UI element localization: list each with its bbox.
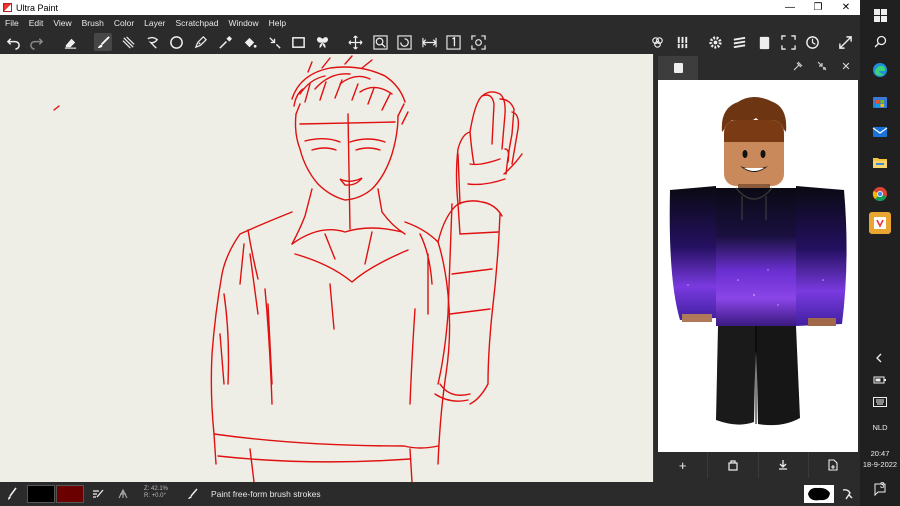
- brush-icon[interactable]: [94, 33, 112, 51]
- restore-button[interactable]: ❐: [804, 0, 832, 15]
- eyedropper-icon[interactable]: [216, 33, 234, 51]
- status-brush-icon: [187, 485, 199, 503]
- clock-time[interactable]: 20:47: [860, 449, 900, 458]
- secondary-color-swatch[interactable]: [56, 485, 84, 503]
- rotation-readout: R: +0.0°: [144, 493, 166, 499]
- fullscreen-icon[interactable]: [779, 33, 797, 51]
- export-reference-button[interactable]: [809, 452, 858, 478]
- mail-icon[interactable]: [869, 121, 891, 143]
- transform-icon[interactable]: [265, 33, 283, 51]
- zoom-icon[interactable]: [371, 33, 389, 51]
- settings-icon[interactable]: [706, 33, 724, 51]
- move-icon[interactable]: [346, 33, 364, 51]
- undo-icon[interactable]: [4, 33, 22, 51]
- drawing-canvas[interactable]: [0, 54, 653, 482]
- lasso-icon[interactable]: [143, 33, 161, 51]
- actual-size-icon[interactable]: [444, 33, 462, 51]
- rotate-icon[interactable]: [395, 33, 413, 51]
- flip-reference-icon[interactable]: [815, 60, 829, 74]
- minimize-button[interactable]: —: [776, 0, 804, 15]
- title-bar: Ultra Paint — ❐ ✕: [0, 0, 860, 15]
- rectangle-select-icon[interactable]: [289, 33, 307, 51]
- windows-start-icon[interactable]: [869, 4, 891, 26]
- fill-bucket-icon[interactable]: [240, 33, 258, 51]
- paste-image-button[interactable]: [708, 452, 759, 478]
- status-bar: Z: 42.1% R: +0.0° Paint free-form brush …: [0, 482, 860, 506]
- menu-color[interactable]: Color: [109, 18, 139, 28]
- reference-image: [658, 80, 858, 452]
- status-message: Paint free-form brush strokes: [211, 489, 321, 499]
- menu-help[interactable]: Help: [264, 18, 291, 28]
- ultra-paint-app-icon[interactable]: [869, 212, 891, 234]
- timer-icon[interactable]: [803, 33, 821, 51]
- brush-set-icon[interactable]: [673, 33, 691, 51]
- keyboard-icon[interactable]: [869, 391, 891, 413]
- reference-image-icon: [673, 63, 683, 73]
- symmetry-butterfly-icon[interactable]: [313, 33, 331, 51]
- language-indicator[interactable]: NLD: [860, 423, 900, 432]
- paste-image-icon: [728, 460, 738, 471]
- expand-icon[interactable]: [836, 33, 854, 51]
- close-window-button[interactable]: ✕: [832, 0, 860, 15]
- layers-icon[interactable]: [730, 33, 748, 51]
- save-reference-button[interactable]: [759, 452, 809, 478]
- chevron-left-icon[interactable]: [869, 347, 891, 369]
- file-explorer-icon[interactable]: [869, 151, 891, 173]
- add-reference-button[interactable]: +: [658, 452, 709, 478]
- current-brush-icon[interactable]: [6, 485, 18, 503]
- pressure-icon[interactable]: [840, 485, 854, 503]
- reference-actions-bar: +: [658, 452, 858, 478]
- zoom-readout: Z: 42.1%: [144, 486, 169, 492]
- menu-window[interactable]: Window: [223, 18, 263, 28]
- pin-icon[interactable]: [791, 60, 805, 74]
- eraser-icon[interactable]: [61, 33, 79, 51]
- primary-color-swatch[interactable]: [27, 485, 55, 503]
- brush-tip-preview[interactable]: [804, 485, 834, 503]
- notification-count: 3: [880, 481, 885, 490]
- smudge-icon[interactable]: [119, 33, 137, 51]
- reference-image-panel: ✕ +: [653, 54, 860, 482]
- menu-layer[interactable]: Layer: [139, 18, 170, 28]
- reference-tab-bar: ✕: [654, 54, 861, 80]
- sketch-drawing: [53, 55, 523, 482]
- battery-icon[interactable]: [869, 369, 891, 391]
- menu-file[interactable]: File: [0, 18, 24, 28]
- circle-icon[interactable]: [167, 33, 185, 51]
- pen-icon[interactable]: [191, 33, 209, 51]
- ultra-paint-window: Ultra Paint — ❐ ✕ File Edit View Brush C…: [0, 0, 860, 506]
- flip-icon[interactable]: [420, 33, 438, 51]
- close-reference-button[interactable]: ✕: [839, 60, 853, 74]
- menu-view[interactable]: View: [48, 18, 76, 28]
- edge-browser-icon[interactable]: [869, 59, 891, 81]
- stabilizer-icon[interactable]: [117, 485, 129, 503]
- microsoft-store-icon[interactable]: [869, 90, 891, 112]
- toolbar: [0, 30, 860, 54]
- zoom-rotation-readout: Z: 42.1% R: +0.0°: [144, 486, 168, 500]
- color-mixer-icon[interactable]: [648, 33, 666, 51]
- window-title: Ultra Paint: [16, 2, 59, 13]
- brush-settings-icon[interactable]: [92, 485, 104, 503]
- menu-bar: File Edit View Brush Color Layer Scratch…: [0, 15, 860, 30]
- clock-date[interactable]: 18-9-2022: [860, 460, 900, 469]
- reference-image-tab[interactable]: [658, 56, 698, 80]
- menu-brush[interactable]: Brush: [77, 18, 109, 28]
- windows-taskbar: NLD 20:47 18-9-2022 3: [860, 0, 900, 506]
- chrome-icon[interactable]: [869, 183, 891, 205]
- roblox-avatar-image: [669, 97, 847, 426]
- search-icon[interactable]: [869, 30, 891, 52]
- export-icon: [828, 459, 838, 471]
- redo-icon[interactable]: [27, 33, 45, 51]
- app-logo-icon: [3, 3, 12, 12]
- save-reference-icon: [779, 460, 788, 470]
- reference-panel-icon[interactable]: [755, 33, 773, 51]
- menu-scratchpad[interactable]: Scratchpad: [170, 18, 223, 28]
- menu-edit[interactable]: Edit: [24, 18, 49, 28]
- notification-center-button[interactable]: 3: [869, 478, 891, 500]
- fit-screen-icon[interactable]: [469, 33, 487, 51]
